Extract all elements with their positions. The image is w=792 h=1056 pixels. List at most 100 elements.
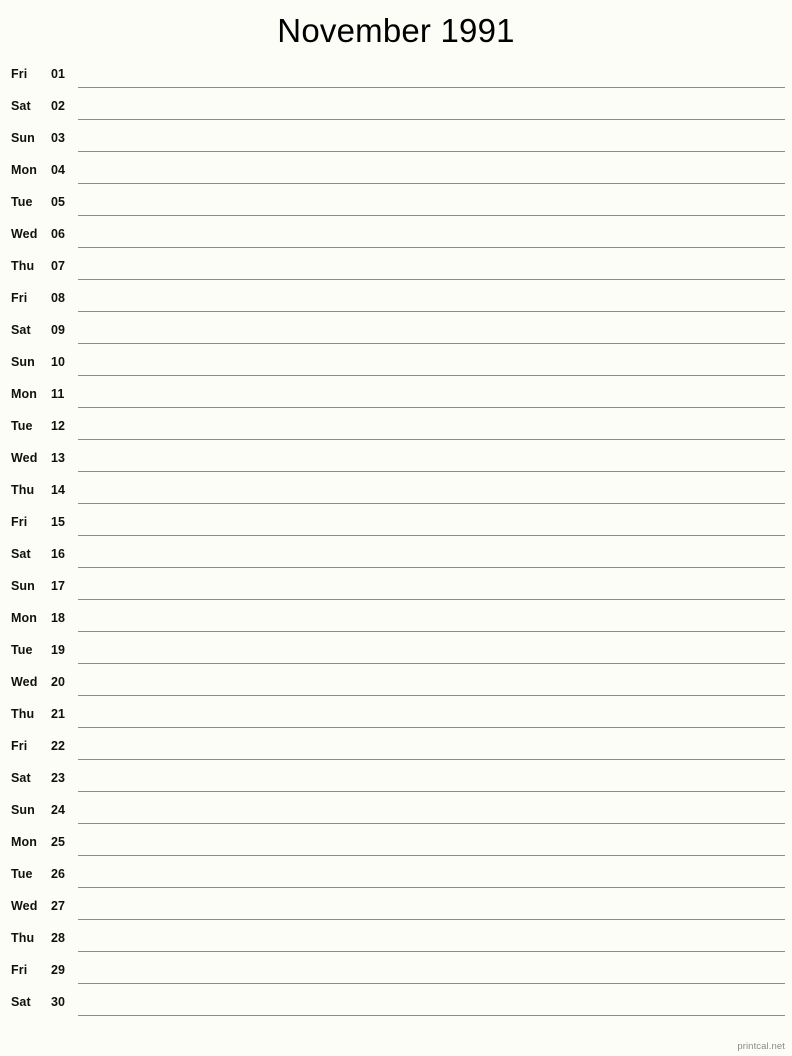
- day-of-week-label: Sat: [11, 771, 31, 785]
- day-of-week-label: Wed: [11, 675, 38, 689]
- day-row[interactable]: Tue 19: [0, 636, 792, 668]
- day-row[interactable]: Sat 16: [0, 540, 792, 572]
- day-row[interactable]: Sat 30: [0, 988, 792, 1020]
- day-number-label: 26: [51, 867, 66, 881]
- day-row[interactable]: Sat 23: [0, 764, 792, 796]
- day-number-label: 14: [51, 483, 66, 497]
- day-number-label: 10: [51, 355, 66, 369]
- day-row[interactable]: Tue 12: [0, 412, 792, 444]
- day-write-in-line[interactable]: [78, 919, 785, 920]
- day-write-in-line[interactable]: [78, 855, 785, 856]
- day-row[interactable]: Mon 25: [0, 828, 792, 860]
- day-row[interactable]: Fri 22: [0, 732, 792, 764]
- day-number-label: 01: [51, 67, 66, 81]
- day-of-week-label: Thu: [11, 931, 35, 945]
- day-row[interactable]: Sun 10: [0, 348, 792, 380]
- day-row[interactable]: Tue 26: [0, 860, 792, 892]
- day-of-week-label: Mon: [11, 163, 37, 177]
- day-of-week-label: Sun: [11, 579, 35, 593]
- day-of-week-label: Wed: [11, 451, 38, 465]
- day-row[interactable]: Thu 14: [0, 476, 792, 508]
- day-write-in-line[interactable]: [78, 439, 785, 440]
- day-write-in-line[interactable]: [78, 503, 785, 504]
- day-write-in-line[interactable]: [78, 631, 785, 632]
- day-of-week-label: Tue: [11, 419, 33, 433]
- footer-attribution: printcal.net: [737, 1041, 785, 1052]
- day-row[interactable]: Wed 20: [0, 668, 792, 700]
- day-of-week-label: Tue: [11, 643, 33, 657]
- day-write-in-line[interactable]: [78, 87, 785, 88]
- day-of-week-label: Thu: [11, 707, 35, 721]
- day-number-label: 09: [51, 323, 66, 337]
- day-write-in-line[interactable]: [78, 407, 785, 408]
- day-number-label: 13: [51, 451, 66, 465]
- day-write-in-line[interactable]: [78, 151, 785, 152]
- day-of-week-label: Sun: [11, 803, 35, 817]
- day-row[interactable]: Sun 17: [0, 572, 792, 604]
- day-number-label: 11: [51, 387, 65, 401]
- day-row[interactable]: Thu 28: [0, 924, 792, 956]
- day-number-label: 15: [51, 515, 66, 529]
- day-write-in-line[interactable]: [78, 279, 785, 280]
- day-write-in-line[interactable]: [78, 695, 785, 696]
- day-of-week-label: Wed: [11, 227, 38, 241]
- day-of-week-label: Sat: [11, 995, 31, 1009]
- day-write-in-line[interactable]: [78, 119, 785, 120]
- day-row[interactable]: Wed 06: [0, 220, 792, 252]
- day-row[interactable]: Wed 13: [0, 444, 792, 476]
- day-number-label: 08: [51, 291, 66, 305]
- day-number-label: 20: [51, 675, 66, 689]
- day-write-in-line[interactable]: [78, 599, 785, 600]
- day-write-in-line[interactable]: [78, 823, 785, 824]
- day-write-in-line[interactable]: [78, 951, 785, 952]
- day-write-in-line[interactable]: [78, 535, 785, 536]
- day-of-week-label: Wed: [11, 899, 38, 913]
- day-row[interactable]: Thu 07: [0, 252, 792, 284]
- day-number-label: 17: [51, 579, 66, 593]
- day-write-in-line[interactable]: [78, 983, 785, 984]
- day-row[interactable]: Wed 27: [0, 892, 792, 924]
- day-of-week-label: Fri: [11, 291, 28, 305]
- day-row[interactable]: Mon 04: [0, 156, 792, 188]
- day-row[interactable]: Sat 02: [0, 92, 792, 124]
- day-row[interactable]: Thu 21: [0, 700, 792, 732]
- day-write-in-line[interactable]: [78, 791, 785, 792]
- day-of-week-label: Mon: [11, 387, 37, 401]
- day-number-label: 29: [51, 963, 66, 977]
- day-write-in-line[interactable]: [78, 759, 785, 760]
- day-of-week-label: Fri: [11, 67, 28, 81]
- day-number-label: 05: [51, 195, 66, 209]
- day-write-in-line[interactable]: [78, 1015, 785, 1016]
- day-write-in-line[interactable]: [78, 567, 785, 568]
- day-of-week-label: Sat: [11, 323, 31, 337]
- day-row[interactable]: Sun 24: [0, 796, 792, 828]
- day-row[interactable]: Fri 15: [0, 508, 792, 540]
- day-write-in-line[interactable]: [78, 375, 785, 376]
- day-of-week-label: Mon: [11, 611, 37, 625]
- day-number-label: 03: [51, 131, 66, 145]
- day-number-label: 23: [51, 771, 66, 785]
- day-of-week-label: Thu: [11, 259, 35, 273]
- day-write-in-line[interactable]: [78, 215, 785, 216]
- day-of-week-label: Fri: [11, 515, 28, 529]
- day-write-in-line[interactable]: [78, 311, 785, 312]
- day-write-in-line[interactable]: [78, 343, 785, 344]
- day-write-in-line[interactable]: [78, 887, 785, 888]
- day-of-week-label: Mon: [11, 835, 37, 849]
- day-row[interactable]: Fri 08: [0, 284, 792, 316]
- day-write-in-line[interactable]: [78, 727, 785, 728]
- day-row[interactable]: Sun 03: [0, 124, 792, 156]
- day-row[interactable]: Mon 18: [0, 604, 792, 636]
- day-number-label: 19: [51, 643, 66, 657]
- day-row[interactable]: Mon 11: [0, 380, 792, 412]
- day-write-in-line[interactable]: [78, 183, 785, 184]
- day-number-label: 28: [51, 931, 66, 945]
- day-number-label: 24: [51, 803, 66, 817]
- day-row[interactable]: Tue 05: [0, 188, 792, 220]
- day-row[interactable]: Fri 29: [0, 956, 792, 988]
- day-write-in-line[interactable]: [78, 471, 785, 472]
- day-write-in-line[interactable]: [78, 247, 785, 248]
- day-write-in-line[interactable]: [78, 663, 785, 664]
- day-row[interactable]: Fri 01: [0, 60, 792, 92]
- day-row[interactable]: Sat 09: [0, 316, 792, 348]
